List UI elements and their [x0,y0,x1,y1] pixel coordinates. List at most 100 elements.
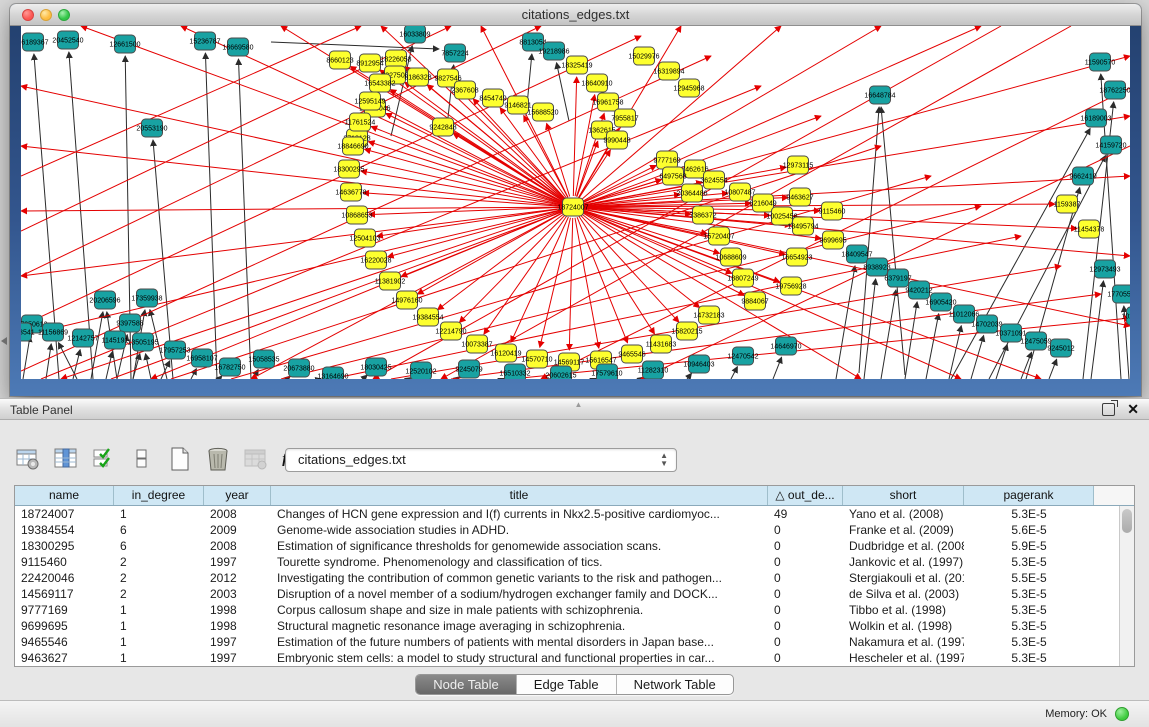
yellow-node-18640910[interactable]: 18640910 [581,74,612,92]
collapse-panel-arrow-icon[interactable] [1,337,7,345]
yellow-node-14732183[interactable]: 14732183 [693,306,724,324]
yellow-node-9884067[interactable]: 9884067 [741,292,768,310]
teal-node-12142757[interactable]: 12142757 [67,329,98,347]
teal-node-14159720[interactable]: 14159720 [1095,136,1126,154]
table-row[interactable]: 911546021997Tourette syndrome. Phenomeno… [15,554,1134,570]
yellow-node-16120419[interactable]: 16120419 [490,344,521,362]
yellow-node-18300295[interactable]: 18300295 [333,160,364,178]
teal-node-16033809[interactable]: 16033809 [399,26,430,43]
column-header-name[interactable]: name [15,486,114,505]
column-header-pagerank[interactable]: pagerank [964,486,1094,505]
teal-node-20452540[interactable]: 20452540 [52,31,83,49]
yellow-node-16654923[interactable]: 16654923 [781,248,812,266]
teal-node-18762250[interactable]: 18762250 [1099,81,1130,99]
float-panel-icon[interactable] [1102,403,1115,416]
yellow-node-11381902[interactable]: 11381902 [375,272,406,290]
table-row[interactable]: 1938455462009Genome-wide association stu… [15,522,1134,538]
yellow-node-9115460[interactable]: 9115460 [819,202,846,220]
yellow-node-9990448[interactable]: 9990448 [603,131,630,149]
table-row[interactable]: 969969511998Structural magnetic resonanc… [15,618,1134,634]
column-select-icon[interactable] [52,446,79,473]
teal-node-9662410[interactable]: 9662410 [1069,167,1096,185]
yellow-node-9463627[interactable]: 9463627 [786,188,813,206]
yellow-node-15820215[interactable]: 15820215 [671,322,702,340]
yellow-node-15688520[interactable]: 15688520 [527,103,558,121]
merge-icon[interactable] [128,446,155,473]
delete-table-icon[interactable] [204,446,231,473]
panel-resize-grabber-icon[interactable]: ▲ [575,400,583,409]
yellow-node-8454749[interactable]: 8454749 [479,89,506,107]
yellow-node-12945968[interactable]: 12945968 [673,79,704,97]
yellow-node-11761524[interactable]: 11761524 [345,113,376,131]
yellow-node-19756928[interactable]: 19756928 [775,277,806,295]
table-row[interactable]: 946554611997Estimation of the future num… [15,634,1134,650]
yellow-node-18226058[interactable]: 18226058 [380,50,411,68]
yellow-node-9465546[interactable]: 9465546 [618,345,645,363]
tab-node-table[interactable]: Node Table [416,675,517,694]
yellow-node-11431683[interactable]: 11431683 [646,335,677,353]
yellow-node-9777169[interactable]: 9777169 [653,151,680,169]
citation-network-graph[interactable]: 1872400786601238912954182260589827508165… [21,26,1130,379]
yellow-node-8660123[interactable]: 8660123 [326,51,353,69]
teal-node-16189367[interactable]: 16189367 [21,33,49,51]
table-row[interactable]: 1872400712008Changes of HCN gene express… [15,506,1134,522]
teal-node-9245079[interactable]: 9245079 [455,360,482,378]
teal-node-16648784[interactable]: 16648784 [864,86,895,104]
teal-node-16958107[interactable]: 16958107 [186,349,217,367]
new-document-icon[interactable] [166,446,193,473]
yellow-node-9699695[interactable]: 9699695 [819,231,846,249]
teal-node-12470542[interactable]: 12470542 [727,347,758,365]
column-header-short[interactable]: short [843,486,964,505]
table-row[interactable]: 2242004622012Investigating the contribut… [15,570,1134,586]
teal-node-12520102[interactable]: 12520102 [405,362,436,379]
table-row[interactable]: 1830029562008Estimation of significance … [15,538,1134,554]
teal-node-18669580[interactable]: 18669580 [222,38,253,56]
column-header-in_degree[interactable]: in_degree [114,486,204,505]
column-header-title[interactable]: title [271,486,768,505]
teal-node-18030425[interactable]: 18030425 [360,358,391,376]
yellow-node-3624554[interactable]: 3624554 [700,171,727,189]
window-titlebar[interactable]: citations_edges.txt [10,4,1141,26]
yellow-node-15029976[interactable]: 15029976 [628,47,659,65]
yellow-node-8186328[interactable]: 8186328 [404,68,431,86]
table-panel-header[interactable]: Table Panel ▲ ✕ [0,398,1149,420]
column-header-out_de[interactable]: △ out_de... [768,486,843,505]
yellow-node-10688609[interactable]: 10688609 [715,248,746,266]
teal-node-16905420[interactable]: 16905420 [925,293,956,311]
teal-node-20206596[interactable]: 20206596 [89,291,120,309]
vertical-scrollbar[interactable] [1119,506,1134,666]
yellow-node-12214790[interactable]: 12214790 [435,322,466,340]
table-row[interactable]: 946362711997Embryonic stem cells: a mode… [15,650,1134,666]
yellow-node-11454378[interactable]: 11454378 [1074,220,1105,238]
yellow-node-12973115[interactable]: 12973115 [783,156,814,174]
network-view-canvas[interactable]: 1872400786601238912954182260589827508165… [21,26,1130,379]
yellow-node-2367608[interactable]: 2367608 [451,81,478,99]
yellow-node-14636778[interactable]: 14636778 [335,183,366,201]
select-rows-icon[interactable] [90,446,117,473]
teal-node-11590570[interactable]: 11590570 [1085,53,1116,71]
teal-node-13505195[interactable]: 13505195 [127,333,158,351]
teal-node-15236787[interactable]: 15236787 [189,32,220,50]
yellow-node-9242848[interactable]: 9242848 [429,118,456,136]
tab-network-table[interactable]: Network Table [617,675,733,694]
teal-node-8938923[interactable]: 8938923 [863,258,890,276]
yellow-node-1159387[interactable]: 1159387 [1054,195,1081,213]
teal-node-11156869[interactable]: 11156869 [38,323,68,341]
teal-node-16510332[interactable]: 16510332 [499,364,530,379]
yellow-node-6497568[interactable]: 6497568 [659,167,686,185]
yellow-node-10073387[interactable]: 10073387 [461,335,492,353]
teal-node-16189003[interactable]: 16189003 [1080,109,1111,127]
teal-node-9420212[interactable]: 9420212 [905,281,932,299]
teal-node-16782750[interactable]: 16782750 [214,358,245,376]
teal-node-9245012[interactable]: 9245012 [1047,339,1074,357]
table-row[interactable]: 1456911722003Disruption of a novel membe… [15,586,1134,602]
yellow-node-7955817[interactable]: 7955817 [611,109,638,127]
teal-node-20553190[interactable]: 20553190 [136,119,167,137]
scrollbar-thumb[interactable] [1122,509,1132,533]
table-row[interactable]: 977716911998Corpus callosum shape and si… [15,602,1134,618]
yellow-node-7386372[interactable]: 7386372 [689,206,716,224]
teal-node-17705540[interactable]: 17705540 [1107,285,1130,303]
close-panel-icon[interactable]: ✕ [1127,401,1139,418]
column-header-year[interactable]: year [204,486,271,505]
teal-node-9397588[interactable]: 9397588 [116,314,143,332]
